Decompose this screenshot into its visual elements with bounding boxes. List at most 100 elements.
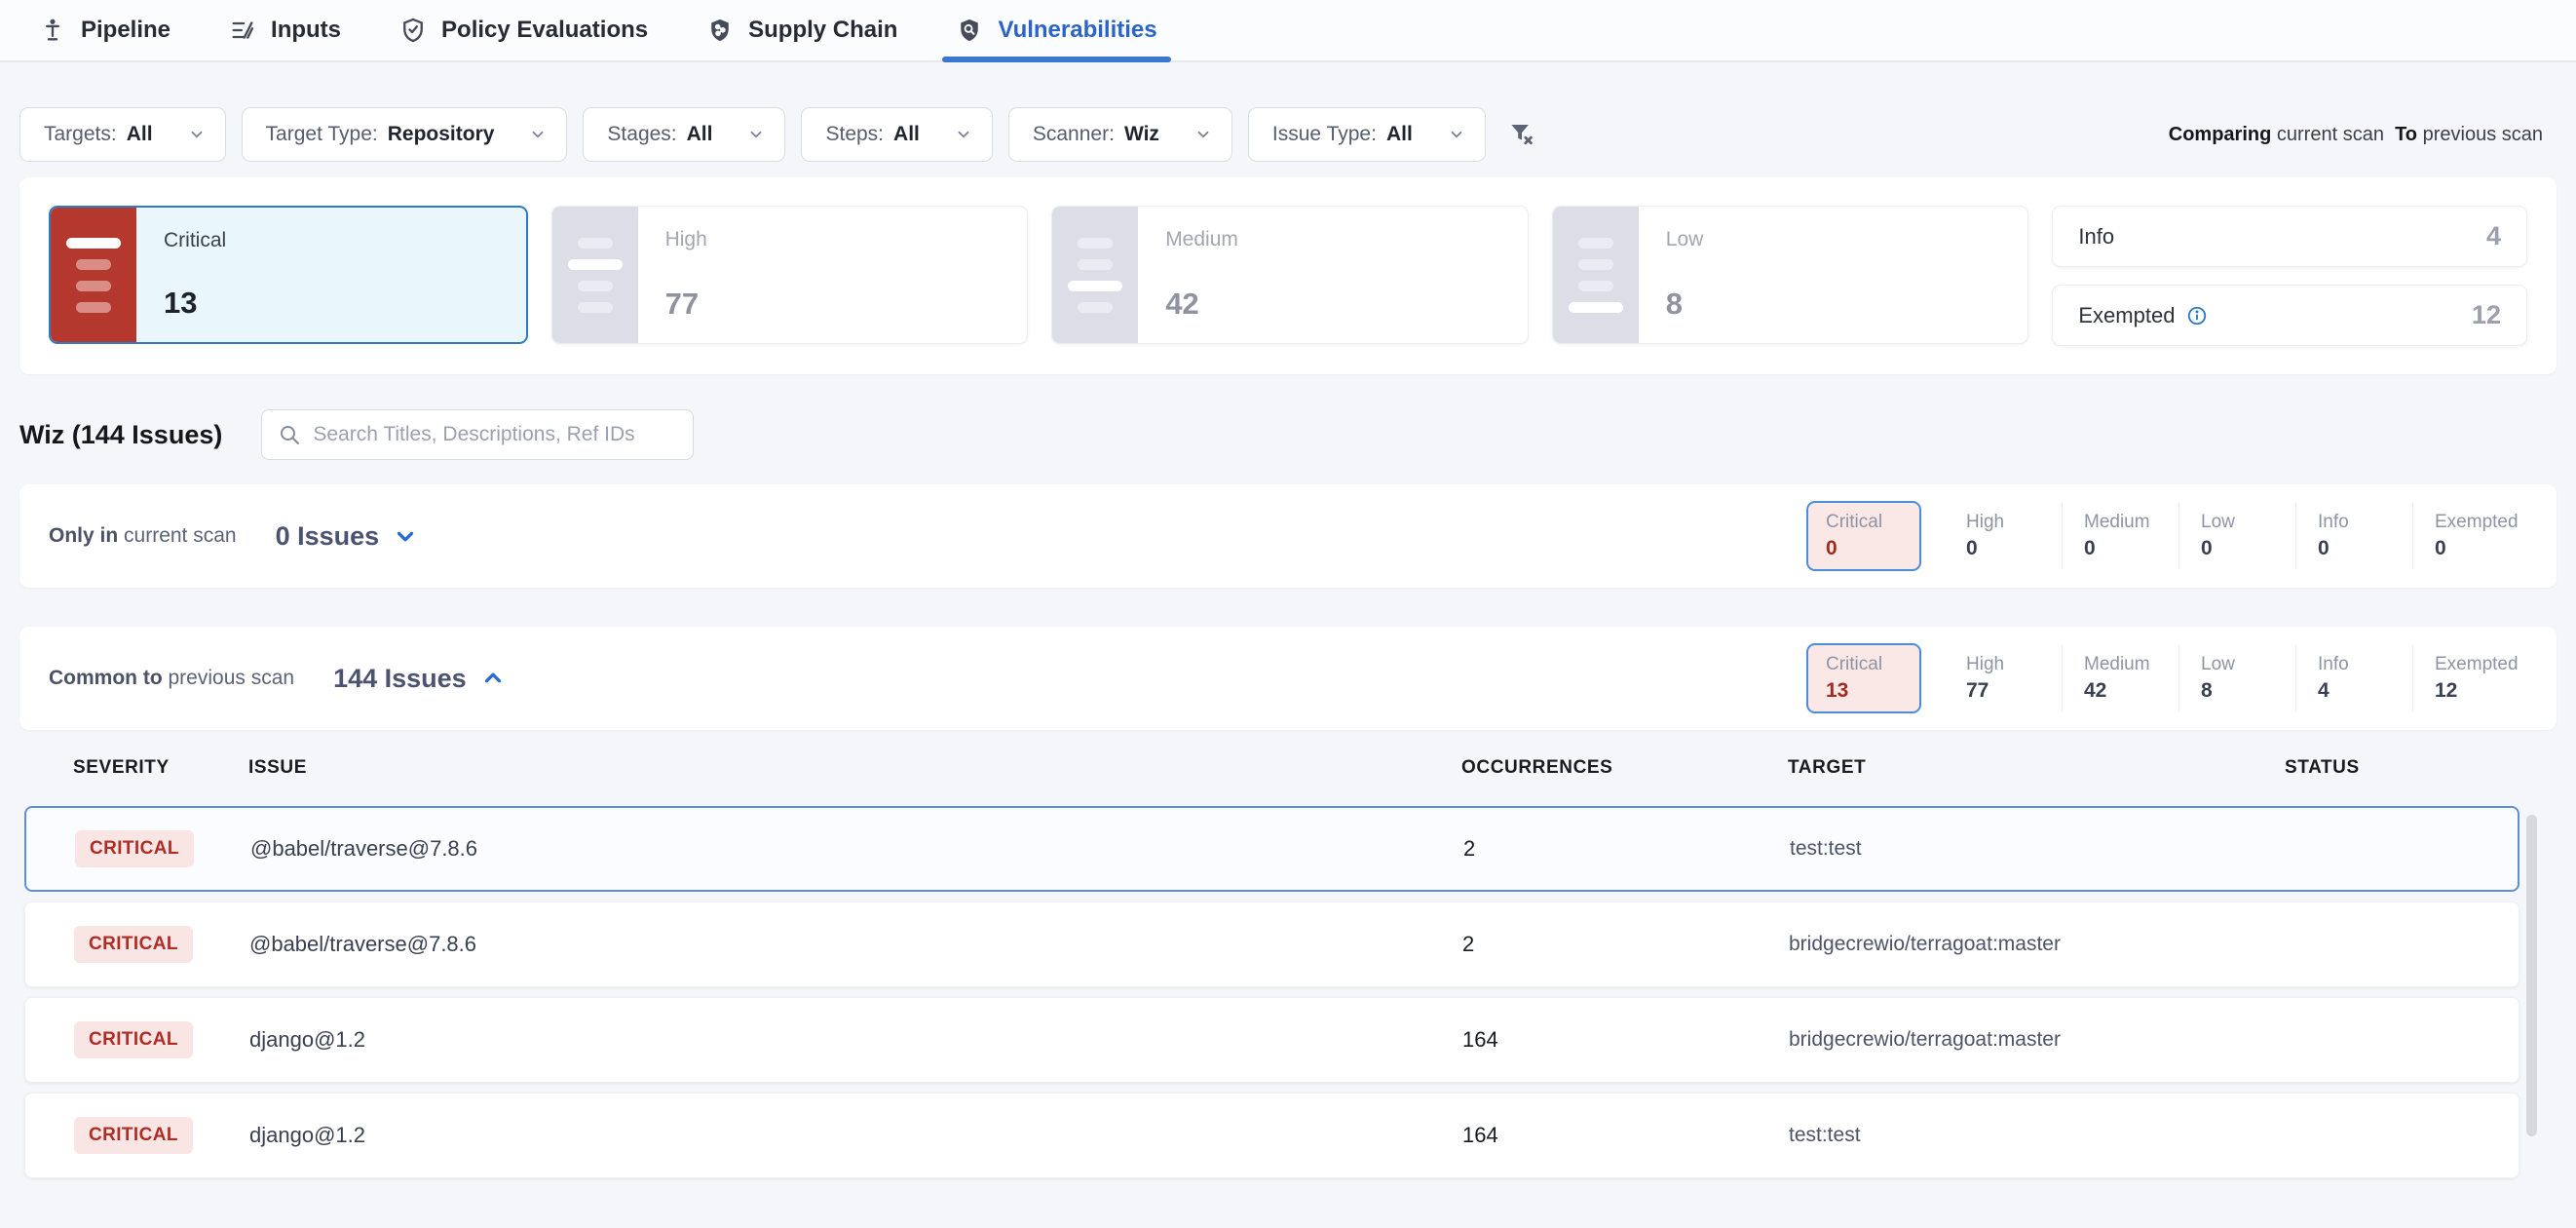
targets-filter-dropdown[interactable]: Targets:All: [19, 107, 226, 162]
chip-value: 0: [2084, 537, 2178, 560]
filter-value: All: [687, 123, 713, 146]
chip-critical[interactable]: Critical 0: [1806, 501, 1921, 571]
col-target: TARGET: [1788, 757, 2285, 779]
filter-row: Targets:All Target Type:Repository Stage…: [19, 107, 2543, 162]
filter-label: Targets:: [44, 123, 117, 146]
issue-cell: @babel/traverse@7.8.6: [249, 932, 1462, 957]
chip-label: High: [1966, 512, 2062, 533]
col-status: STATUS: [2285, 757, 2519, 779]
table-row[interactable]: CRITICAL @babel/traverse@7.8.6 2 test:te…: [24, 806, 2519, 892]
severity-card-medium[interactable]: Medium 42: [1051, 206, 1529, 344]
chip-label: Exempted: [2435, 654, 2529, 675]
chip-value: 13: [1826, 679, 1919, 703]
issue-type-filter-dropdown[interactable]: Issue Type:All: [1248, 107, 1486, 162]
occurrences-cell: 164: [1462, 1027, 1789, 1053]
chip-value: 0: [2435, 537, 2529, 560]
tab-vulnerabilities[interactable]: Vulnerabilities: [956, 0, 1156, 60]
scanner-filter-dropdown[interactable]: Scanner:Wiz: [1008, 107, 1232, 162]
severity-card-high[interactable]: High 77: [551, 206, 1029, 344]
supply-chain-icon: [706, 17, 734, 44]
common-to-previous-scan-section: Common to previous scan 144 Issues Criti…: [19, 627, 2557, 730]
info-card-label: Info: [2078, 224, 2114, 249]
tab-label: Supply Chain: [748, 17, 897, 44]
chip-value: 12: [2435, 679, 2529, 703]
chevron-up-icon: [480, 666, 506, 691]
chip-label: Info: [2318, 512, 2412, 533]
target-cell: bridgecrewio/terragoat:master: [1789, 933, 2286, 956]
info-card[interactable]: Info 4: [2052, 206, 2527, 267]
table-header: SEVERITY ISSUE OCCURRENCES TARGET STATUS: [24, 757, 2519, 779]
chip-high: High 77: [1945, 645, 2062, 711]
table-row[interactable]: CRITICAL @babel/traverse@7.8.6 2 bridgec…: [24, 902, 2519, 987]
chip-label: Medium: [2084, 654, 2178, 675]
exempted-card-label: Exempted: [2078, 303, 2175, 328]
tab-supply-chain[interactable]: Supply Chain: [706, 0, 897, 60]
occurrences-cell: 2: [1463, 836, 1790, 862]
tab-bar: Pipeline Inputs Policy Evaluations Suppl…: [0, 0, 2576, 62]
section-count-toggle[interactable]: 144 Issues: [333, 664, 506, 694]
info-exempted-column: Info 4 Exempted 12: [2052, 206, 2527, 346]
section-label-rest: previous scan: [169, 667, 295, 689]
search-box[interactable]: [261, 409, 694, 460]
severity-level-icon: [552, 207, 638, 343]
chip-critical[interactable]: Critical 13: [1806, 643, 1921, 713]
scanner-title: Wiz (144 Issues): [19, 420, 222, 450]
steps-filter-dropdown[interactable]: Steps:All: [801, 107, 992, 162]
issue-cell: django@1.2: [249, 1123, 1462, 1148]
chip-medium: Medium 42: [2062, 645, 2178, 711]
tab-inputs[interactable]: Inputs: [229, 0, 341, 60]
chip-info: Info 4: [2295, 645, 2412, 711]
severity-card-label: Medium: [1165, 228, 1238, 251]
chip-label: Critical: [1826, 654, 1919, 675]
exempted-card[interactable]: Exempted 12: [2052, 285, 2527, 346]
clear-filters-button[interactable]: [1507, 120, 1536, 149]
severity-card-low[interactable]: Low 8: [1552, 206, 2029, 344]
table-row[interactable]: CRITICAL django@1.2 164 bridgecrewio/ter…: [24, 997, 2519, 1083]
chip-label: Exempted: [2435, 512, 2529, 533]
chevron-down-icon: [393, 523, 418, 549]
chevron-down-icon: [1194, 126, 1212, 143]
section-count: 144 Issues: [333, 664, 467, 694]
col-issue: ISSUE: [248, 757, 1461, 779]
chip-info: Info 0: [2295, 503, 2412, 569]
occurrences-cell: 2: [1462, 932, 1789, 957]
search-input[interactable]: [313, 423, 677, 446]
exempted-card-count: 12: [2472, 300, 2501, 330]
section-label: Only in current scan: [49, 524, 237, 548]
severity-card-count: 42: [1165, 287, 1238, 322]
filter-label: Stages:: [607, 123, 676, 146]
chip-label: Medium: [2084, 512, 2178, 533]
stages-filter-dropdown[interactable]: Stages: All: [583, 107, 785, 162]
target-type-filter-dropdown[interactable]: Target Type:Repository: [242, 107, 568, 162]
chip-exempted: Exempted 12: [2412, 645, 2529, 711]
section-label-bold: Common to: [49, 667, 163, 689]
vertical-scrollbar[interactable]: [2526, 815, 2537, 1136]
vulnerabilities-icon: [956, 17, 983, 44]
compare-scans-text: Comparing current scan To previous scan: [2169, 124, 2543, 146]
severity-card-critical[interactable]: Critical 13: [49, 206, 528, 344]
tab-policy-evaluations[interactable]: Policy Evaluations: [399, 0, 648, 60]
chip-label: High: [1966, 654, 2062, 675]
chevron-down-icon: [747, 126, 765, 143]
section-count-toggle[interactable]: 0 Issues: [276, 521, 419, 552]
severity-card-count: 77: [665, 287, 707, 322]
severity-card-label: High: [665, 228, 707, 251]
filter-label: Issue Type:: [1272, 123, 1377, 146]
chip-low: Low 0: [2178, 503, 2295, 569]
chip-value: 0: [2318, 537, 2412, 560]
info-card-count: 4: [2486, 221, 2501, 251]
chip-low: Low 8: [2178, 645, 2295, 711]
severity-card-label: Low: [1666, 228, 1704, 251]
active-tab-underline: [942, 57, 1170, 62]
chip-label: Low: [2201, 654, 2295, 675]
chip-value: 0: [2201, 537, 2295, 560]
issue-cell: django@1.2: [249, 1027, 1462, 1053]
section-label: Common to previous scan: [49, 667, 294, 690]
tab-pipeline[interactable]: Pipeline: [39, 0, 170, 60]
issue-cell: @babel/traverse@7.8.6: [250, 836, 1463, 862]
table-row[interactable]: CRITICAL django@1.2 164 test:test: [24, 1093, 2519, 1178]
chip-value: 0: [1826, 537, 1919, 560]
search-icon: [278, 423, 301, 446]
compare-text: current scan: [2277, 124, 2384, 145]
chip-value: 77: [1966, 679, 2062, 703]
